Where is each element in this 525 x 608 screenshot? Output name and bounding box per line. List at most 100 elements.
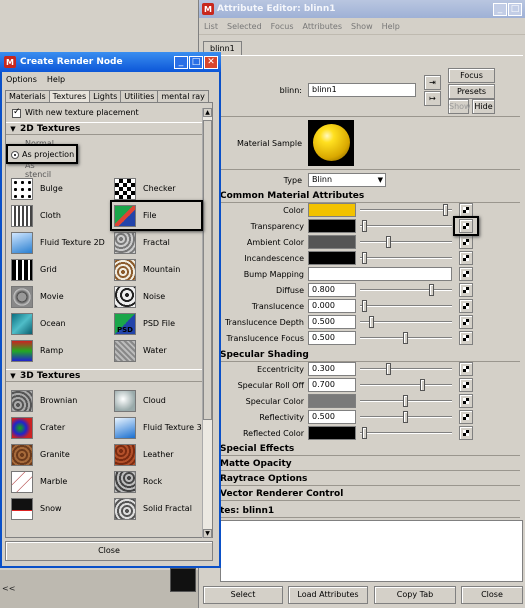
texture-node-leather[interactable]: Leather xyxy=(114,442,209,467)
focus-button[interactable]: Focus xyxy=(448,68,495,83)
copy-tab-button[interactable]: Copy Tab xyxy=(374,586,456,604)
attr-slider[interactable] xyxy=(360,394,452,408)
texture-node-fluid-texture-2d[interactable]: Fluid Texture 2D xyxy=(11,230,106,255)
texture-node-checker[interactable]: Checker xyxy=(114,176,209,201)
slider-thumb[interactable] xyxy=(369,316,374,328)
map-button-icon[interactable] xyxy=(459,410,473,424)
map-button-icon[interactable] xyxy=(459,315,473,329)
numeric-field[interactable]: 0.500 xyxy=(308,331,356,345)
attr-slider[interactable] xyxy=(360,315,452,329)
color-swatch[interactable] xyxy=(308,203,356,217)
texture-node-water[interactable]: Water xyxy=(114,338,209,363)
map-button-icon[interactable] xyxy=(459,299,473,313)
attr-slider[interactable] xyxy=(360,283,452,297)
texture-node-grid[interactable]: Grid xyxy=(11,257,106,282)
minimize-icon[interactable]: _ xyxy=(174,55,188,69)
map-button-icon[interactable] xyxy=(459,394,473,408)
slider-thumb[interactable] xyxy=(403,395,408,407)
maximize-icon[interactable]: □ xyxy=(189,55,203,69)
menu-list[interactable]: List xyxy=(204,22,218,31)
slider-thumb[interactable] xyxy=(386,363,391,375)
slider-thumb[interactable] xyxy=(386,236,391,248)
numeric-field[interactable]: 0.800 xyxy=(308,283,356,297)
scroll-down-icon[interactable]: ▼ xyxy=(203,529,212,538)
map-button-icon[interactable] xyxy=(459,283,473,297)
attr-slider[interactable] xyxy=(360,235,452,249)
placement-checkbox[interactable] xyxy=(12,107,21,118)
texture-node-brownian[interactable]: Brownian xyxy=(11,388,106,413)
scroll-up-icon[interactable]: ▲ xyxy=(203,108,212,117)
tab-utilities[interactable]: Utilities xyxy=(120,90,159,102)
map-button-icon[interactable] xyxy=(459,235,473,249)
menu-show[interactable]: Show xyxy=(351,22,373,31)
map-button-icon[interactable] xyxy=(459,378,473,392)
texture-node-cloud[interactable]: Cloud xyxy=(114,388,209,413)
map-button-icon[interactable] xyxy=(459,331,473,345)
map-button-icon[interactable] xyxy=(459,426,473,440)
tab-mental-ray[interactable]: mental ray xyxy=(157,90,209,102)
notes-field[interactable] xyxy=(220,520,523,582)
menu-help[interactable]: Help xyxy=(382,22,400,31)
texture-node-movie[interactable]: Movie xyxy=(11,284,106,309)
section-3d-textures[interactable]: ▼ 3D Textures xyxy=(6,369,212,382)
notes-section[interactable]: tes: blinn1 xyxy=(220,505,520,518)
section-2d-textures[interactable]: ▼ 2D Textures xyxy=(6,122,212,135)
texture-node-mountain[interactable]: Mountain xyxy=(114,257,209,282)
numeric-field[interactable]: 0.700 xyxy=(308,378,356,392)
attr-slider[interactable] xyxy=(360,378,452,392)
slider-thumb[interactable] xyxy=(403,332,408,344)
attr-slider[interactable] xyxy=(360,410,452,424)
menu-help[interactable]: Help xyxy=(47,75,65,84)
texture-node-psd-file[interactable]: PSD PSD File xyxy=(114,311,209,336)
close-ae-button[interactable]: Close xyxy=(461,586,523,604)
slider-thumb[interactable] xyxy=(362,220,367,232)
attr-slider[interactable] xyxy=(360,203,452,217)
texture-node-fluid-texture-3d[interactable]: Fluid Texture 3D xyxy=(114,415,209,440)
map-button-icon[interactable] xyxy=(459,362,473,376)
attr-slider[interactable] xyxy=(360,251,452,265)
map-button-icon[interactable] xyxy=(459,203,473,217)
texture-node-crater[interactable]: Crater xyxy=(11,415,106,440)
show-button[interactable]: Show xyxy=(448,99,471,114)
close-icon[interactable]: ✕ xyxy=(204,55,218,69)
slider-thumb[interactable] xyxy=(420,379,425,391)
color-swatch[interactable] xyxy=(308,235,356,249)
texture-node-ramp[interactable]: Ramp xyxy=(11,338,106,363)
menu-attributes[interactable]: Attributes xyxy=(303,22,343,31)
menu-focus[interactable]: Focus xyxy=(271,22,294,31)
ae-titlebar[interactable]: M Attribute Editor: blinn1 _ □ xyxy=(199,0,525,18)
texture-node-bulge[interactable]: Bulge xyxy=(11,176,106,201)
special-effects-section[interactable]: Special Effects xyxy=(220,443,520,456)
texture-node-granite[interactable]: Granite xyxy=(11,442,106,467)
numeric-field[interactable]: 0.500 xyxy=(308,410,356,424)
raytrace-options-section[interactable]: Raytrace Options xyxy=(220,473,520,486)
texture-node-rock[interactable]: Rock xyxy=(114,469,209,494)
matte-opacity-section[interactable]: Matte Opacity xyxy=(220,458,520,471)
tab-lights[interactable]: Lights xyxy=(89,90,122,102)
texture-node-noise[interactable]: Noise xyxy=(114,284,209,309)
texture-node-snow[interactable]: Snow xyxy=(11,496,106,521)
scroll-thumb[interactable] xyxy=(203,120,212,420)
attr-slider[interactable] xyxy=(360,426,452,440)
load-attributes-button[interactable]: Load Attributes xyxy=(288,586,368,604)
tab-textures[interactable]: Textures xyxy=(48,90,91,102)
crn-close-button[interactable]: Close xyxy=(5,541,213,561)
menu-options[interactable]: Options xyxy=(6,75,37,84)
node-name-field[interactable]: blinn1 xyxy=(308,83,416,97)
slider-thumb[interactable] xyxy=(429,284,434,296)
color-swatch[interactable] xyxy=(308,251,356,265)
specular-section-header[interactable]: Specular Shading xyxy=(220,349,520,362)
maximize-icon[interactable]: □ xyxy=(508,2,522,16)
output-connection-icon[interactable]: ↦ xyxy=(424,91,441,106)
attr-slider[interactable] xyxy=(360,362,452,376)
type-dropdown[interactable]: Blinn ▼ xyxy=(308,173,386,187)
numeric-field[interactable]: 0.300 xyxy=(308,362,356,376)
slider-thumb[interactable] xyxy=(362,300,367,312)
attr-slider[interactable] xyxy=(360,331,452,345)
numeric-field[interactable]: 0.500 xyxy=(308,315,356,329)
attr-slider[interactable] xyxy=(360,299,452,313)
texture-node-fractal[interactable]: Fractal xyxy=(114,230,209,255)
bump-mapping-field[interactable] xyxy=(308,267,452,281)
slider-thumb[interactable] xyxy=(403,411,408,423)
scroll-left-label[interactable]: << xyxy=(2,584,15,593)
